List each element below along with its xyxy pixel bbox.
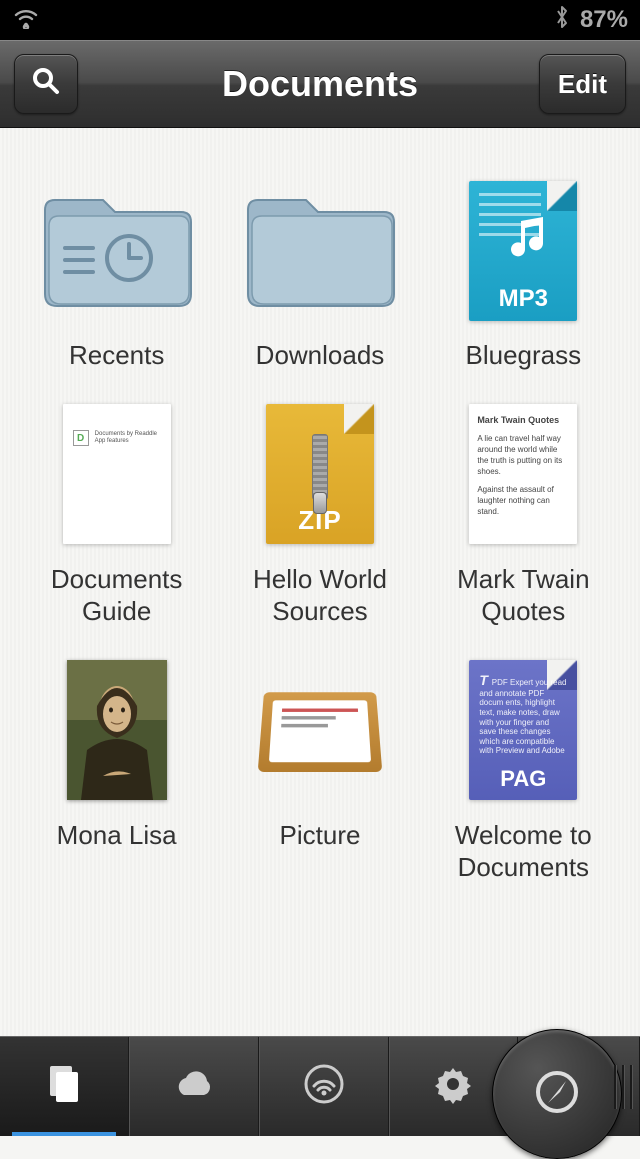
wifi-icon — [12, 7, 40, 34]
item-label: Mona Lisa — [57, 819, 177, 852]
documents-icon — [44, 1062, 84, 1111]
document-icon: D Documents by ReaddleApp features — [63, 404, 171, 544]
search-button[interactable] — [14, 54, 78, 114]
item-label: Hello World Sources — [225, 563, 415, 628]
tab-cloud[interactable] — [129, 1037, 259, 1136]
zip-file-icon: ZIP — [266, 404, 374, 544]
item-label: Picture — [280, 819, 361, 852]
cloud-icon — [170, 1067, 218, 1106]
tab-documents[interactable] — [0, 1037, 129, 1136]
tab-wifi[interactable] — [259, 1037, 389, 1136]
search-icon — [30, 65, 62, 104]
compass-icon — [534, 1069, 580, 1120]
mp3-file-icon: MP3 — [469, 181, 577, 321]
text-document-icon: Mark Twain Quotes A lie can travel half … — [469, 404, 577, 544]
status-bar: 87% — [0, 0, 640, 40]
file-grid: Recents Downloads — [0, 128, 640, 1036]
item-label: Bluegrass — [466, 339, 582, 372]
item-label: Welcome to Documents — [428, 819, 618, 884]
image-thumbnail — [67, 660, 167, 800]
file-item-mark-twain-quotes[interactable]: Mark Twain Quotes A lie can travel half … — [427, 402, 620, 628]
file-badge: PAG — [500, 766, 546, 792]
bluetooth-icon — [554, 4, 570, 37]
edit-button[interactable]: Edit — [539, 54, 626, 114]
picture-frame-icon — [258, 692, 383, 772]
folder-recents-icon — [37, 186, 197, 316]
item-label: Recents — [69, 339, 164, 372]
item-label: Downloads — [256, 339, 385, 372]
folder-icon — [240, 186, 400, 316]
tab-browser[interactable] — [498, 1037, 640, 1136]
file-item-bluegrass[interactable]: MP3 Bluegrass — [427, 178, 620, 372]
battery-percentage: 87% — [580, 6, 628, 34]
file-item-documents-guide[interactable]: D Documents by ReaddleApp features Docum… — [20, 402, 213, 628]
file-item-picture[interactable]: Picture — [223, 658, 416, 884]
drawer-grip-icon — [614, 1065, 633, 1109]
file-item-downloads[interactable]: Downloads — [223, 178, 416, 372]
file-item-hello-world-sources[interactable]: ZIP Hello World Sources — [223, 402, 416, 628]
item-label: Documents Guide — [22, 563, 212, 628]
nav-bar: Documents Edit — [0, 40, 640, 128]
file-badge: MP3 — [499, 285, 548, 313]
pages-file-icon: T PDF Expert you read and annotate PDF d… — [469, 660, 577, 800]
file-item-mona-lisa[interactable]: Mona Lisa — [20, 658, 213, 884]
item-label: Mark Twain Quotes — [428, 563, 618, 628]
wifi-share-icon — [302, 1062, 346, 1111]
file-item-welcome-to-documents[interactable]: T PDF Expert you read and annotate PDF d… — [427, 658, 620, 884]
file-item-recents[interactable]: Recents — [20, 178, 213, 372]
tab-bar — [0, 1036, 640, 1136]
gear-icon — [433, 1064, 473, 1109]
